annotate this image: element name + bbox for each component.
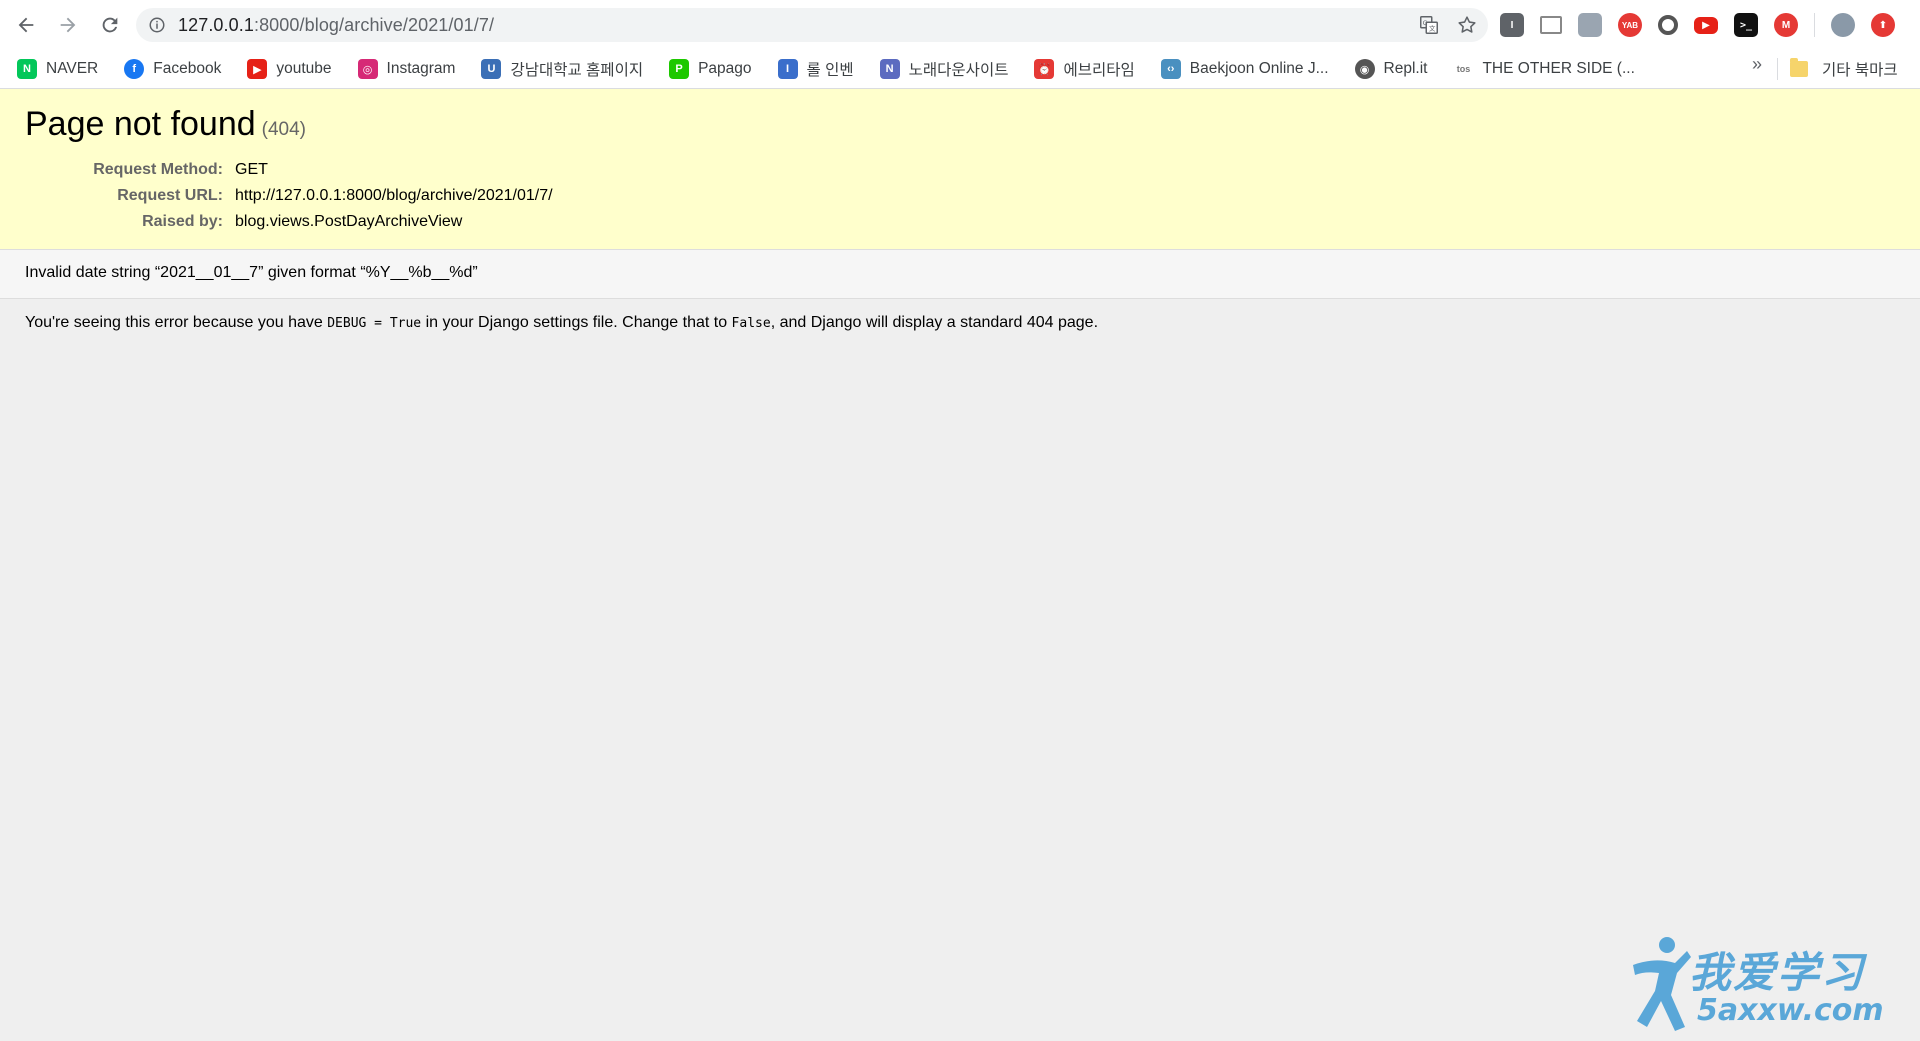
bookmark-label: 노래다운사이트 (908, 62, 1009, 79)
extension-avatar-icon[interactable] (1578, 13, 1602, 37)
extension-m-icon[interactable]: M (1774, 13, 1798, 37)
running-figure-icon (1633, 937, 1691, 1031)
forward-arrow-icon (60, 17, 76, 33)
reload-icon (102, 17, 118, 33)
bookmark-star-icon[interactable] (1456, 14, 1478, 36)
papago-icon: P (669, 59, 690, 79)
facebook-icon: f (124, 59, 145, 79)
bookmark-label: Baekjoon Online J... (1189, 60, 1329, 77)
instagram-icon: ◎ (357, 59, 378, 79)
error-info: Invalid date string “2021__01__7” given … (0, 250, 1920, 299)
translate-icon[interactable]: G文 (1418, 14, 1440, 36)
info-icon[interactable] (148, 16, 166, 34)
youtube-icon: ▶ (247, 59, 268, 79)
bookmark-item[interactable]: N NAVER (8, 54, 107, 84)
url-text[interactable]: 127.0.0.1:8000/blog/archive/2021/01/7/ (178, 15, 494, 36)
profile-avatar-icon[interactable] (1831, 13, 1855, 37)
extension-i-icon[interactable]: I (1500, 13, 1524, 37)
bookmark-label: 강남대학교 홈페이지 (510, 62, 644, 79)
svg-text:文: 文 (1429, 24, 1436, 33)
page-title: Page not found (404) (25, 105, 307, 143)
extension-window-icon[interactable] (1540, 16, 1562, 34)
university-icon: U (481, 59, 502, 79)
update-icon[interactable]: ⬆ (1871, 13, 1895, 37)
error-message: Invalid date string “2021__01__7” given … (25, 264, 478, 281)
extension-youtube-icon[interactable]: ▶ (1694, 16, 1718, 34)
bookmark-item[interactable]: ◉ Repl.it (1346, 54, 1437, 84)
other-bookmarks-folder[interactable]: 기타 북마크 (1790, 54, 1898, 84)
watermark: 我爱学习 5axxw.com (1625, 935, 1915, 1035)
bookmark-label: THE OTHER SIDE (... (1482, 60, 1635, 77)
reload-button[interactable] (90, 5, 130, 45)
extension-yab-icon[interactable]: YAB (1618, 13, 1642, 37)
debug-explanation: You're seeing this error because you hav… (25, 314, 1099, 331)
bookmark-item[interactable]: P Papago (660, 54, 760, 84)
bookmark-item[interactable]: I 롤 인벤 (769, 54, 863, 84)
naver-icon: N (17, 59, 37, 79)
bookmark-label: Repl.it (1383, 60, 1428, 77)
bookmark-label: youtube (276, 60, 332, 77)
error-summary: Page not found (404) Request Method: GET … (0, 89, 1920, 250)
inven-icon: I (777, 59, 798, 79)
bookmarks-more-button[interactable]: » (1752, 54, 1762, 75)
address-bar[interactable]: 127.0.0.1:8000/blog/archive/2021/01/7/ G… (136, 8, 1488, 42)
status-code: (404) (261, 119, 307, 140)
extension-terminal-icon[interactable]: >_ (1734, 13, 1758, 37)
bookmark-label: Instagram (386, 60, 456, 77)
music-site-icon: N (879, 59, 900, 79)
bookmark-item[interactable]: N 노래다운사이트 (871, 54, 1018, 84)
extension-circle-icon[interactable] (1658, 15, 1678, 35)
bookmark-label: Facebook (153, 60, 222, 77)
bookmark-item[interactable]: ◎ Instagram (349, 54, 465, 84)
back-arrow-icon (18, 17, 34, 33)
bookmark-label: Papago (698, 60, 752, 77)
bookmark-item[interactable]: ⏰ 에브리타임 (1025, 54, 1143, 84)
bookmark-label: 에브리타임 (1063, 62, 1135, 79)
forward-button[interactable] (48, 5, 88, 45)
svg-text:G: G (1423, 19, 1428, 27)
bookmark-item[interactable]: ▶ youtube (238, 54, 340, 84)
bookmark-item[interactable]: f Facebook (115, 54, 230, 84)
replit-icon: ◉ (1354, 59, 1375, 79)
folder-icon (1790, 58, 1808, 77)
extensions-area: I YAB ▶ >_ M ⬆ (1500, 10, 1895, 40)
bookmark-label: 롤 인벤 (806, 62, 854, 79)
browser-toolbar: 127.0.0.1:8000/blog/archive/2021/01/7/ G… (0, 0, 1920, 50)
code-icon: ‹› (1160, 59, 1181, 79)
tos-icon: tos (1456, 64, 1471, 74)
bookmark-item[interactable]: ‹› Baekjoon Online J... (1152, 54, 1338, 84)
bookmark-label: NAVER (46, 60, 99, 77)
bookmark-item[interactable]: U 강남대학교 홈페이지 (472, 54, 652, 84)
bookmark-item[interactable]: tos THE OTHER SIDE (... (1444, 54, 1643, 84)
bookmarks-bar: N NAVER f Facebook ▶ youtube ◎ Instagram U 강남대학교 … (0, 50, 1920, 89)
everytime-icon: ⏰ (1034, 59, 1055, 79)
back-button[interactable] (6, 5, 46, 45)
